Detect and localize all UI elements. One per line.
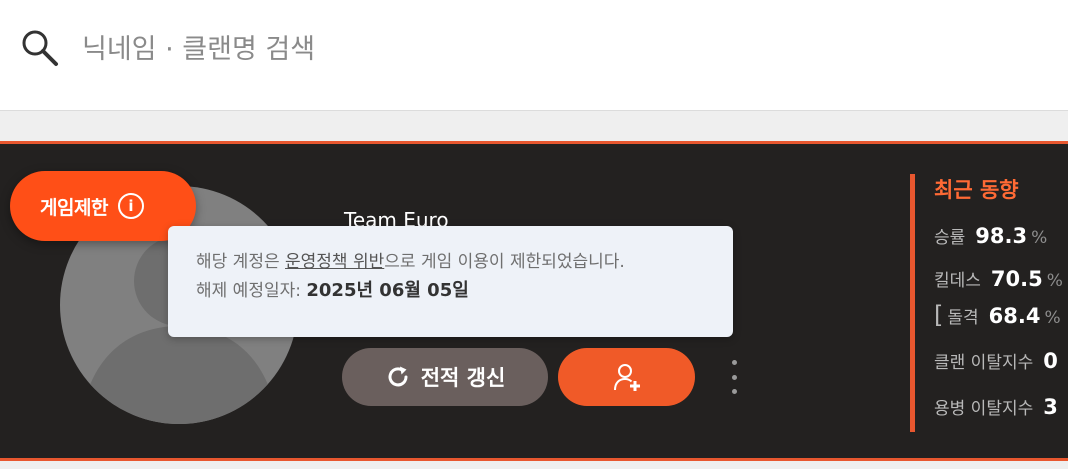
game-restriction-label: 게임제한 xyxy=(40,196,108,219)
release-date-row: 해제 예정일자: 2025년 06월 05일 xyxy=(196,276,705,306)
recent-trend-divider xyxy=(910,174,915,432)
kill-death-stat: 킬데스 70.5 % xyxy=(934,267,1063,291)
refresh-icon xyxy=(388,366,408,387)
refresh-record-button[interactable]: 전적 갱신 xyxy=(342,348,548,406)
refresh-record-label: 전적 갱신 xyxy=(420,366,506,390)
clan-leave-index-stat: 클랜 이탈지수 0 xyxy=(934,349,1058,373)
assault-stat: [ 돌격 68.4 % xyxy=(934,301,1061,329)
restriction-message: 해당 계정은 운영정책 위반으로 게임 이용이 제한되었습니다. xyxy=(196,252,625,272)
search-input[interactable] xyxy=(80,28,984,70)
merc-leave-index-stat: 용병 이탈지수 3 xyxy=(934,395,1058,419)
add-friend-icon xyxy=(613,364,640,391)
policy-violation-link[interactable]: 운영정책 위반 xyxy=(285,252,384,272)
search-bar xyxy=(0,0,1068,111)
info-icon[interactable]: i xyxy=(117,193,144,219)
search-icon[interactable] xyxy=(18,26,62,70)
win-rate-stat: 승률 98.3 % xyxy=(934,224,1048,248)
profile-card: 게임제한 i Team Euro 해당 계정은 운영정책 위반으로 게임 이용이… xyxy=(0,141,1068,461)
release-date-label: 해제 예정일자: xyxy=(196,281,307,301)
release-date-value: 2025년 06월 05일 xyxy=(306,280,469,301)
recent-trend-title: 최근 동향 xyxy=(934,178,1019,202)
more-vertical-icon[interactable] xyxy=(722,360,746,394)
add-friend-button[interactable] xyxy=(558,348,695,406)
restriction-tooltip: 해당 계정은 운영정책 위반으로 게임 이용이 제한되었습니다. 해제 예정일자… xyxy=(168,226,733,337)
